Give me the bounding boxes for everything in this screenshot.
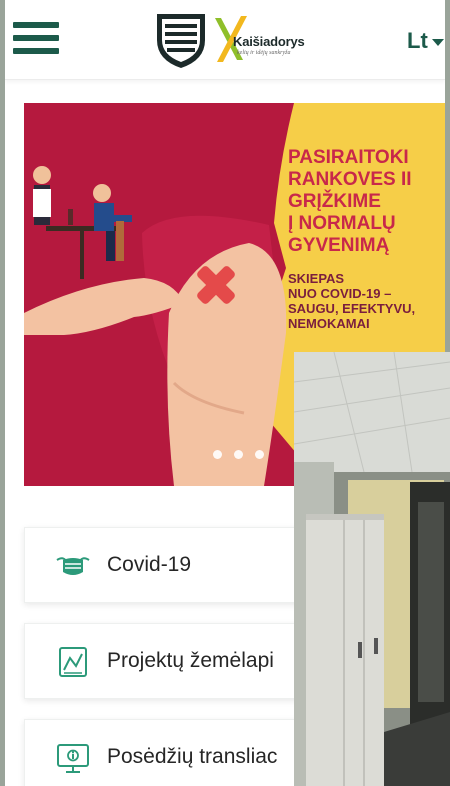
face-mask-icon [56, 557, 90, 575]
quick-link-meeting-broadcasts[interactable]: Posėdžių transliac [24, 719, 324, 786]
office-corridor-photo [294, 352, 450, 786]
language-selector[interactable]: Lt [407, 28, 444, 54]
map-blueprint-icon [59, 647, 87, 677]
language-label: Lt [407, 28, 428, 53]
chevron-down-icon [431, 38, 444, 46]
logo-tagline: kelių ir idėjų sankryža [237, 50, 291, 56]
top-header: Kaišiadorys kelių ir idėjų sankryža Lt [5, 0, 445, 80]
quick-link-label: Projektų žemėlapi [107, 649, 274, 672]
quick-link-label: Posėdžių transliac [107, 745, 278, 768]
monitor-broadcast-icon [57, 744, 89, 773]
banner-headline: PASIRAITOKI RANKOVES II GRĮŽKIME Į NORMA… [288, 147, 412, 256]
banner-text: PASIRAITOKI RANKOVES II GRĮŽKIME Į NORMA… [288, 147, 445, 331]
hamburger-menu-icon[interactable] [13, 20, 59, 56]
quick-link-label: Covid-19 [107, 553, 192, 576]
carousel-dot[interactable] [213, 450, 222, 459]
banner-subtext: SKIEPAS NUO COVID-19 – SAUGU, EFEKTYVU, … [288, 271, 416, 331]
carousel-dots [213, 446, 276, 464]
quick-link-project-map[interactable]: Projektų žemėlapi [24, 623, 324, 699]
carousel-dot[interactable] [234, 450, 243, 459]
corridor-image [294, 352, 450, 786]
site-logo[interactable]: Kaišiadorys kelių ir idėjų sankryža [153, 12, 323, 68]
logo-name: Kaišiadorys [233, 34, 305, 49]
carousel-dot[interactable] [255, 450, 264, 459]
